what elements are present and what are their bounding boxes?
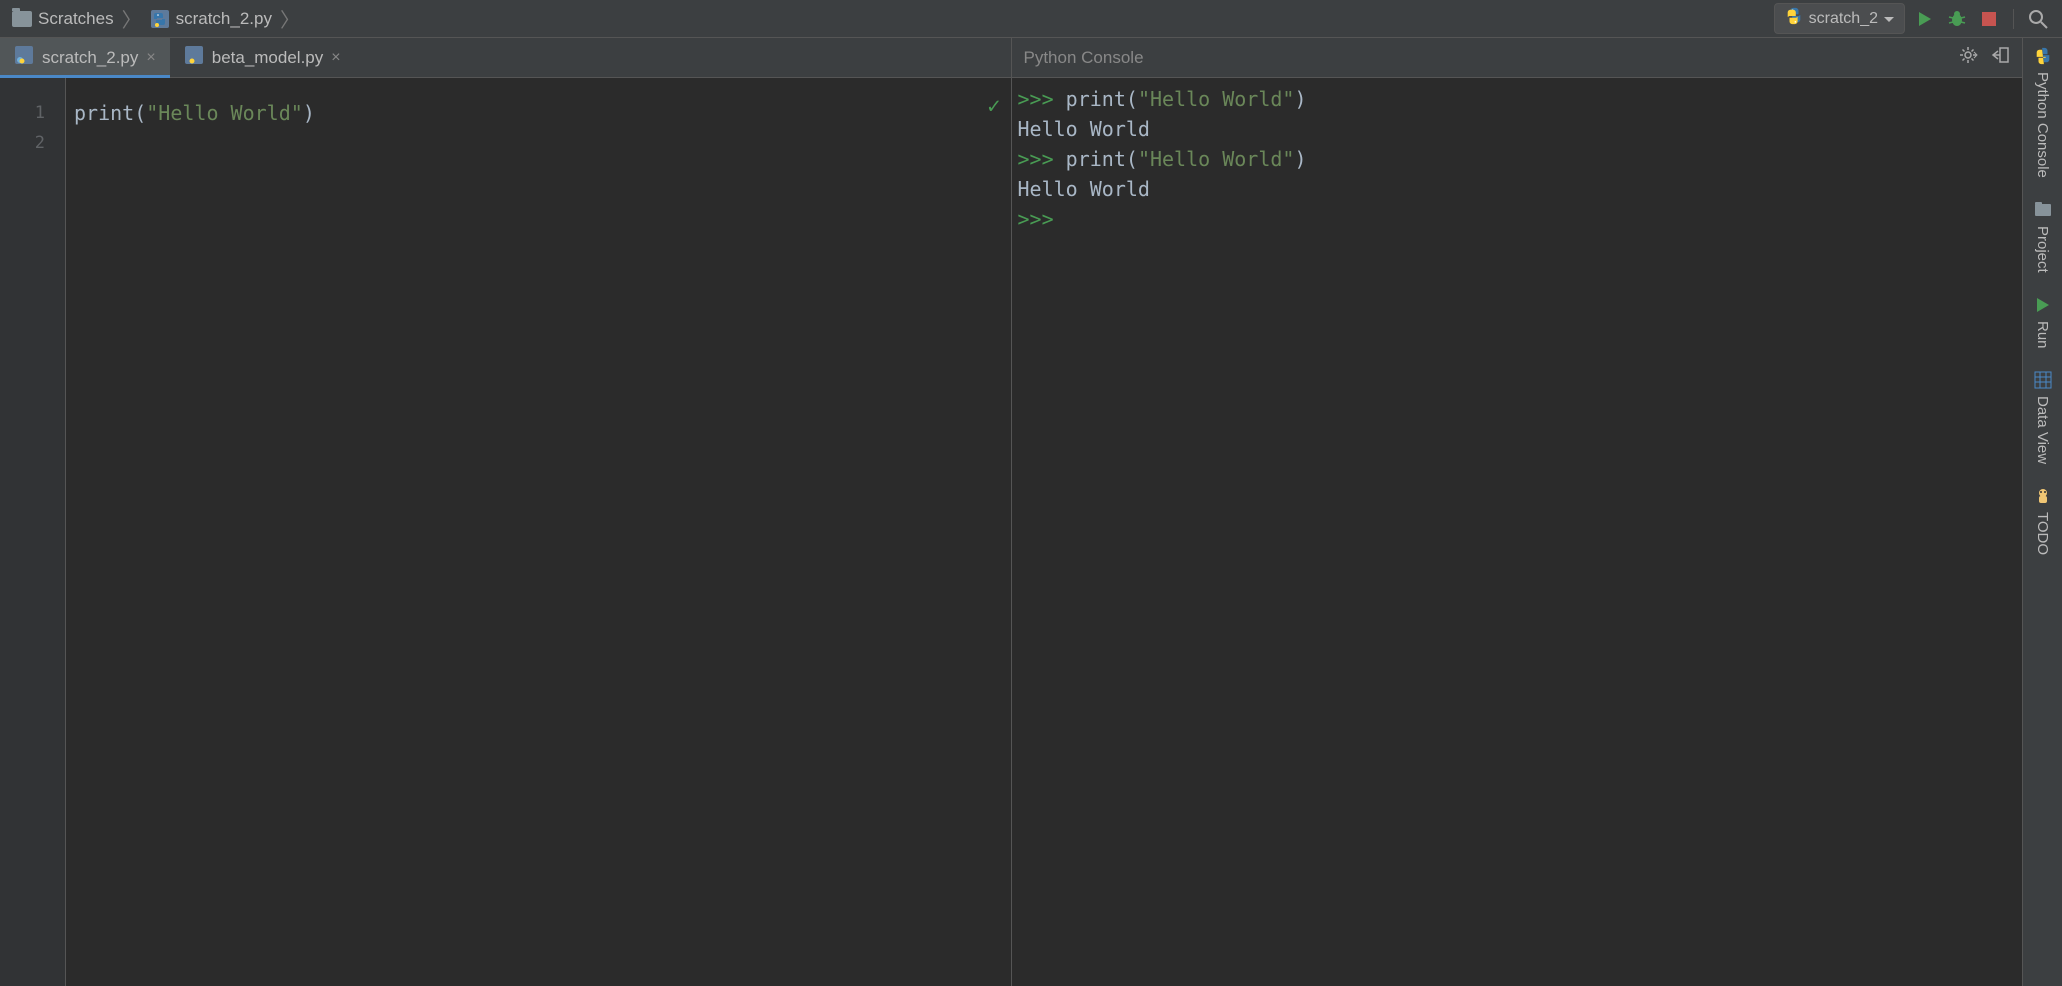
console-paren: ( <box>1126 87 1138 111</box>
toolbar-right: scratch_2 <box>1774 3 2062 34</box>
chevron-right-icon: 〉 <box>280 4 300 33</box>
sidebar-item-todo[interactable]: TODO <box>2033 486 2053 555</box>
run-icon <box>2033 295 2053 315</box>
python-file-icon <box>150 9 170 29</box>
right-sidebar: Python Console Project Run <box>2022 38 2062 986</box>
console-line: >>> print("Hello World") <box>1018 144 2017 174</box>
console-body[interactable]: >>> print("Hello World") Hello World >>>… <box>1012 78 2023 986</box>
console-paren: ) <box>1294 147 1306 171</box>
line-number-gutter: 1 2 <box>0 78 66 986</box>
console-output: Hello World <box>1018 174 2017 204</box>
console-prompt: >>> <box>1018 87 1054 111</box>
todo-icon <box>2033 486 2053 506</box>
tab-beta-model[interactable]: beta_model.py × <box>170 38 355 77</box>
sidebar-item-dataview[interactable]: Data View <box>2033 370 2053 464</box>
editor-tabs: scratch_2.py × beta_model.py × <box>0 38 1011 78</box>
console-panel: Python Console <box>1012 38 2023 986</box>
code-function: print <box>74 101 134 125</box>
editor-panel: scratch_2.py × beta_model.py × 1 2 <box>0 38 1012 986</box>
close-icon[interactable]: × <box>146 49 155 67</box>
chevron-down-icon <box>1884 10 1894 28</box>
folder-icon <box>12 11 32 27</box>
gear-icon[interactable] <box>1958 45 1978 70</box>
breadcrumb-label: Scratches <box>38 9 114 29</box>
console-header-actions <box>1958 45 2010 70</box>
code-line[interactable]: print("Hello World") <box>74 98 1011 128</box>
sidebar-item-python-console[interactable]: Python Console <box>2033 46 2053 178</box>
code-string: "Hello World" <box>146 101 303 125</box>
sidebar-label: Data View <box>2034 396 2051 464</box>
python-file-icon <box>184 45 204 70</box>
console-header: Python Console <box>1012 38 2023 78</box>
console-title: Python Console <box>1024 48 1144 68</box>
console-fn: print <box>1066 147 1126 171</box>
dataview-icon <box>2033 370 2053 390</box>
top-toolbar: Scratches 〉 scratch_2.py 〉 <box>0 0 2062 38</box>
sidebar-item-run[interactable]: Run <box>2033 295 2053 349</box>
run-config-label: scratch_2 <box>1809 10 1878 28</box>
sidebar-label: Run <box>2034 321 2051 349</box>
chevron-right-icon: 〉 <box>122 4 142 33</box>
sidebar-label: TODO <box>2034 512 2051 555</box>
breadcrumbs: Scratches 〉 scratch_2.py 〉 <box>0 4 304 33</box>
python-icon <box>2033 46 2053 66</box>
tab-label: scratch_2.py <box>42 48 138 68</box>
code-paren: ( <box>134 101 146 125</box>
hide-panel-icon[interactable] <box>1990 45 2010 70</box>
console-paren: ( <box>1126 147 1138 171</box>
console-string: "Hello World" <box>1138 87 1295 111</box>
console-fn: print <box>1066 87 1126 111</box>
line-number: 2 <box>0 128 45 158</box>
python-icon <box>1785 7 1803 30</box>
close-icon[interactable]: × <box>331 49 340 67</box>
run-config-selector[interactable]: scratch_2 <box>1774 3 1905 34</box>
search-button[interactable] <box>2026 7 2050 31</box>
editor-body[interactable]: 1 2 print("Hello World") ✓ <box>0 78 1011 986</box>
status-ok-icon: ✓ <box>987 92 1000 122</box>
console-paren: ) <box>1294 87 1306 111</box>
tab-scratch-2[interactable]: scratch_2.py × <box>0 38 170 77</box>
sidebar-label: Project <box>2034 226 2051 273</box>
console-prompt: >>> <box>1018 147 1054 171</box>
code-area[interactable]: print("Hello World") ✓ <box>66 78 1011 986</box>
project-icon <box>2033 200 2053 220</box>
console-line: >>> print("Hello World") <box>1018 84 2017 114</box>
console-string: "Hello World" <box>1138 147 1295 171</box>
breadcrumb-file[interactable]: scratch_2.py <box>146 9 276 29</box>
tab-label: beta_model.py <box>212 48 324 68</box>
sidebar-label: Python Console <box>2034 72 2051 178</box>
breadcrumb-scratches[interactable]: Scratches <box>8 9 118 29</box>
python-file-icon <box>14 45 34 70</box>
stop-button[interactable] <box>1977 7 2001 31</box>
line-number: 1 <box>0 98 45 128</box>
console-output: Hello World <box>1018 114 2017 144</box>
sidebar-item-project[interactable]: Project <box>2033 200 2053 273</box>
run-button[interactable] <box>1913 7 1937 31</box>
console-prompt-line[interactable]: >>> <box>1018 204 2017 234</box>
main-area: scratch_2.py × beta_model.py × 1 2 <box>0 38 2062 986</box>
breadcrumb-label: scratch_2.py <box>176 9 272 29</box>
debug-button[interactable] <box>1945 7 1969 31</box>
toolbar-separator <box>2013 9 2014 29</box>
console-prompt: >>> <box>1018 207 1054 231</box>
code-paren: ) <box>303 101 315 125</box>
